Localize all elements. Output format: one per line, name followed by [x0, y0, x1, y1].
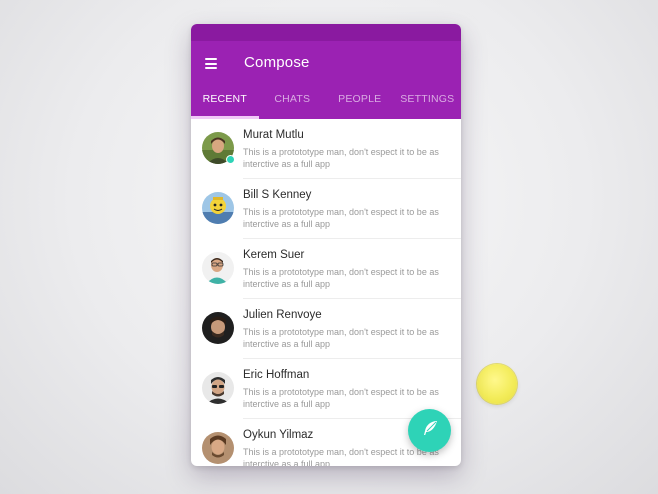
touch-indicator	[477, 364, 517, 404]
message-preview: This is a protototype man, don't espect …	[243, 327, 439, 349]
contact-name: Kerem Suer	[243, 249, 305, 261]
avatar	[202, 312, 234, 344]
avatar	[202, 132, 235, 164]
tab-bar: RECENT CHATS PEOPLE SETTINGS	[191, 87, 461, 119]
contact-name: Bill S Kenney	[243, 189, 312, 201]
chat-row-julien-renvoye[interactable]: Julien Renvoye This is a protototype man…	[191, 299, 461, 359]
avatar	[202, 432, 234, 464]
message-preview: This is a protototype man, don't espect …	[243, 147, 439, 169]
tab-recent[interactable]: RECENT	[191, 87, 259, 119]
chat-row-kerem-suer[interactable]: Kerem Suer This is a protototype man, do…	[191, 239, 461, 299]
page-title: Compose	[244, 54, 310, 71]
avatar	[202, 372, 234, 404]
tab-chats[interactable]: CHATS	[259, 87, 327, 119]
app-bar: Compose	[191, 41, 461, 87]
avatar	[202, 252, 234, 284]
online-status-indicator	[226, 155, 235, 164]
chat-row-murat-mutlu[interactable]: Murat Mutlu This is a protototype man, d…	[191, 119, 461, 179]
contact-name: Julien Renvoye	[243, 309, 322, 321]
status-bar	[191, 24, 461, 41]
contact-name: Oykun Yilmaz	[243, 429, 314, 441]
feather-icon	[421, 419, 439, 442]
tab-people[interactable]: PEOPLE	[326, 87, 394, 119]
app-window: Compose RECENT CHATS PEOPLE SETTINGS Mur…	[191, 24, 461, 466]
contact-name: Murat Mutlu	[243, 129, 304, 141]
message-preview: This is a protototype man, don't espect …	[243, 267, 439, 289]
chat-row-bill-s-kenney[interactable]: Bill S Kenney This is a protototype man,…	[191, 179, 461, 239]
tab-settings[interactable]: SETTINGS	[394, 87, 462, 119]
contact-name: Eric Hoffman	[243, 369, 310, 381]
compose-fab-button[interactable]	[408, 409, 451, 452]
message-preview: This is a protototype man, don't espect …	[243, 387, 439, 409]
message-preview: This is a protototype man, don't espect …	[243, 207, 439, 229]
avatar	[202, 192, 234, 224]
hamburger-menu-icon[interactable]	[205, 58, 217, 69]
